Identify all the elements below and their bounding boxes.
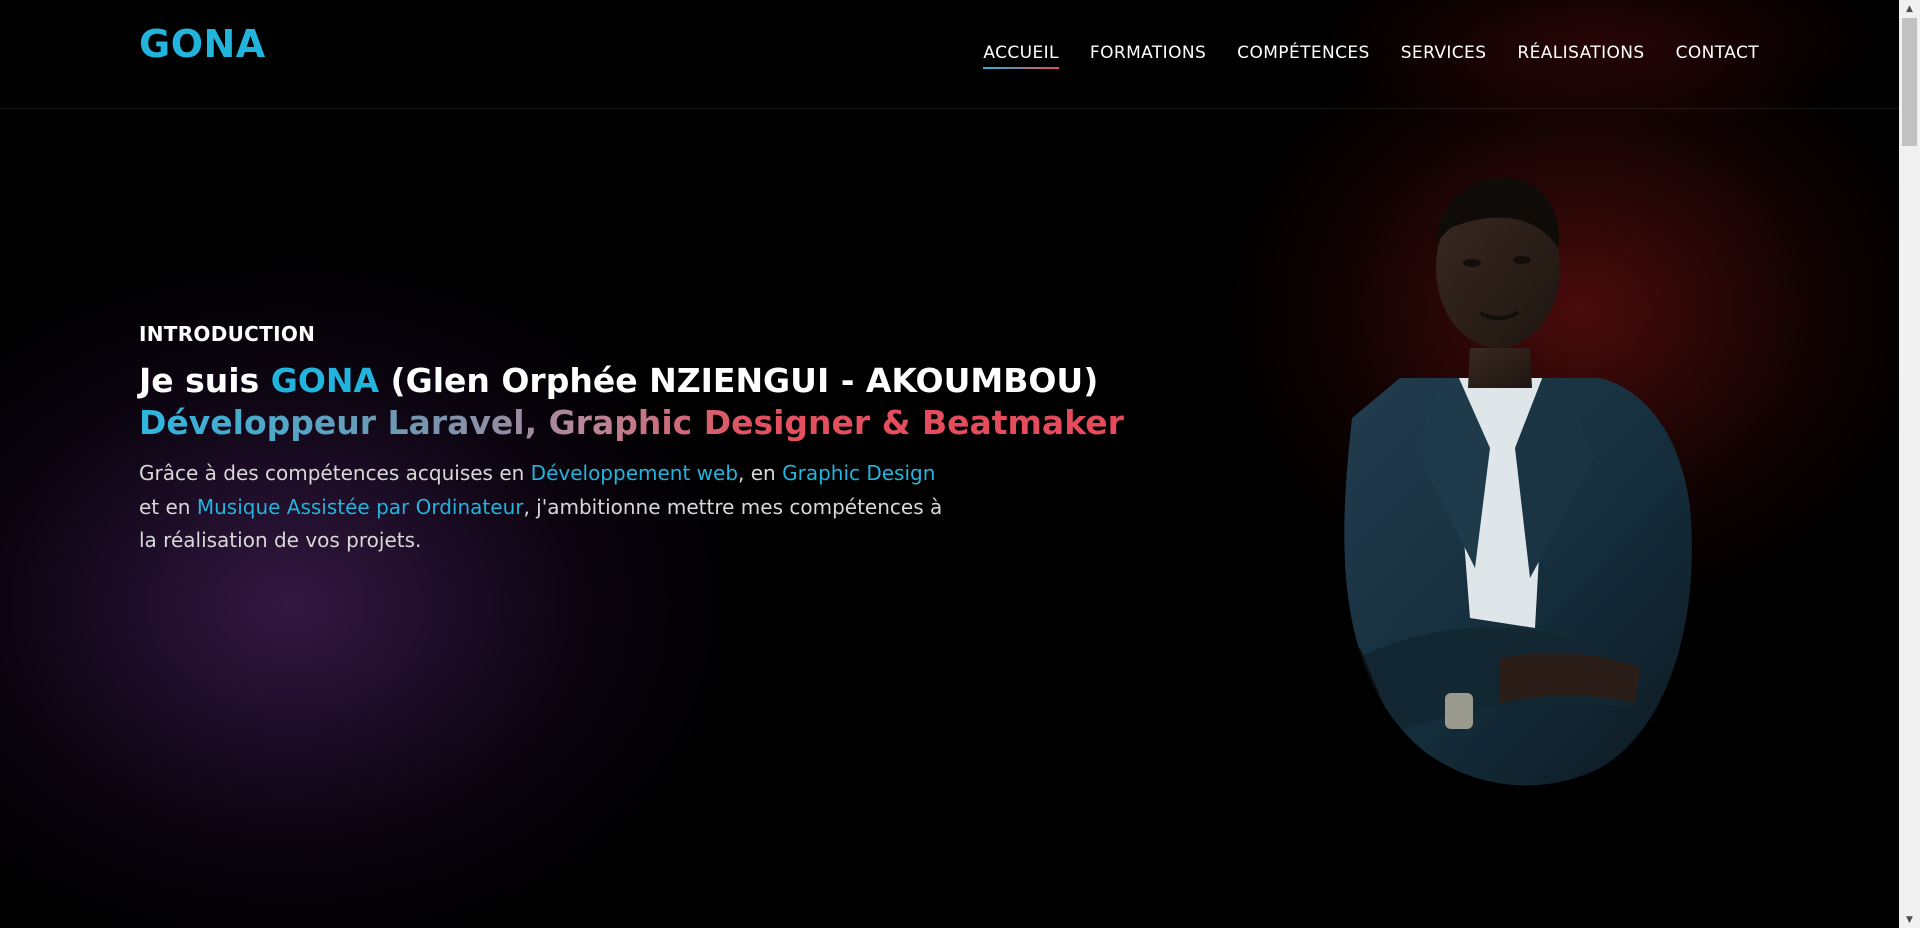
link-developpement-web[interactable]: Développement web (531, 461, 738, 485)
scrollbar-thumb[interactable] (1902, 18, 1917, 146)
hero-roles: Développeur Laravel, Graphic Designer & … (139, 401, 1139, 445)
site-header: GONA ACCUEIL FORMATIONS COMPÉTENCES SERV… (0, 0, 1899, 109)
nav-item-realisations[interactable]: RÉALISATIONS (1517, 43, 1644, 63)
main-nav: ACCUEIL FORMATIONS COMPÉTENCES SERVICES … (983, 43, 1759, 69)
scroll-down-icon[interactable]: ▼ (1899, 911, 1920, 928)
vertical-scrollbar[interactable]: ▲ ▼ (1899, 0, 1920, 928)
scroll-up-icon[interactable]: ▲ (1899, 0, 1920, 17)
nav-item-contact[interactable]: CONTACT (1676, 43, 1759, 63)
nav-item-accueil[interactable]: ACCUEIL (983, 43, 1059, 69)
headline-name: GONA (270, 361, 380, 400)
site-logo[interactable]: GONA (139, 22, 266, 66)
portrait-image (1344, 178, 1692, 786)
headline-prefix: Je suis (139, 361, 271, 400)
nav-item-services[interactable]: SERVICES (1401, 43, 1487, 63)
section-eyebrow: INTRODUCTION (139, 322, 316, 346)
hero-introduction: INTRODUCTION Je suis GONA (Glen Orphée N… (139, 322, 1139, 578)
link-musique-assistee[interactable]: Musique Assistée par Ordinateur (197, 495, 524, 519)
nav-item-competences[interactable]: COMPÉTENCES (1237, 43, 1370, 63)
desc-text-3: et en (139, 494, 197, 519)
page-viewport: GONA ACCUEIL FORMATIONS COMPÉTENCES SERV… (0, 0, 1899, 928)
desc-text-1: Grâce à des compétences acquises en (139, 461, 531, 485)
hero-description: Grâce à des compétences acquises en Déve… (139, 457, 959, 558)
desc-text-2: , en (738, 461, 783, 485)
hero-headline: Je suis GONA (Glen Orphée NZIENGUI - AKO… (139, 360, 1139, 401)
link-graphic-design[interactable]: Graphic Design (782, 461, 935, 485)
headline-fullname: (Glen Orphée NZIENGUI - AKOUMBOU) (379, 361, 1099, 400)
nav-item-formations[interactable]: FORMATIONS (1090, 43, 1206, 63)
